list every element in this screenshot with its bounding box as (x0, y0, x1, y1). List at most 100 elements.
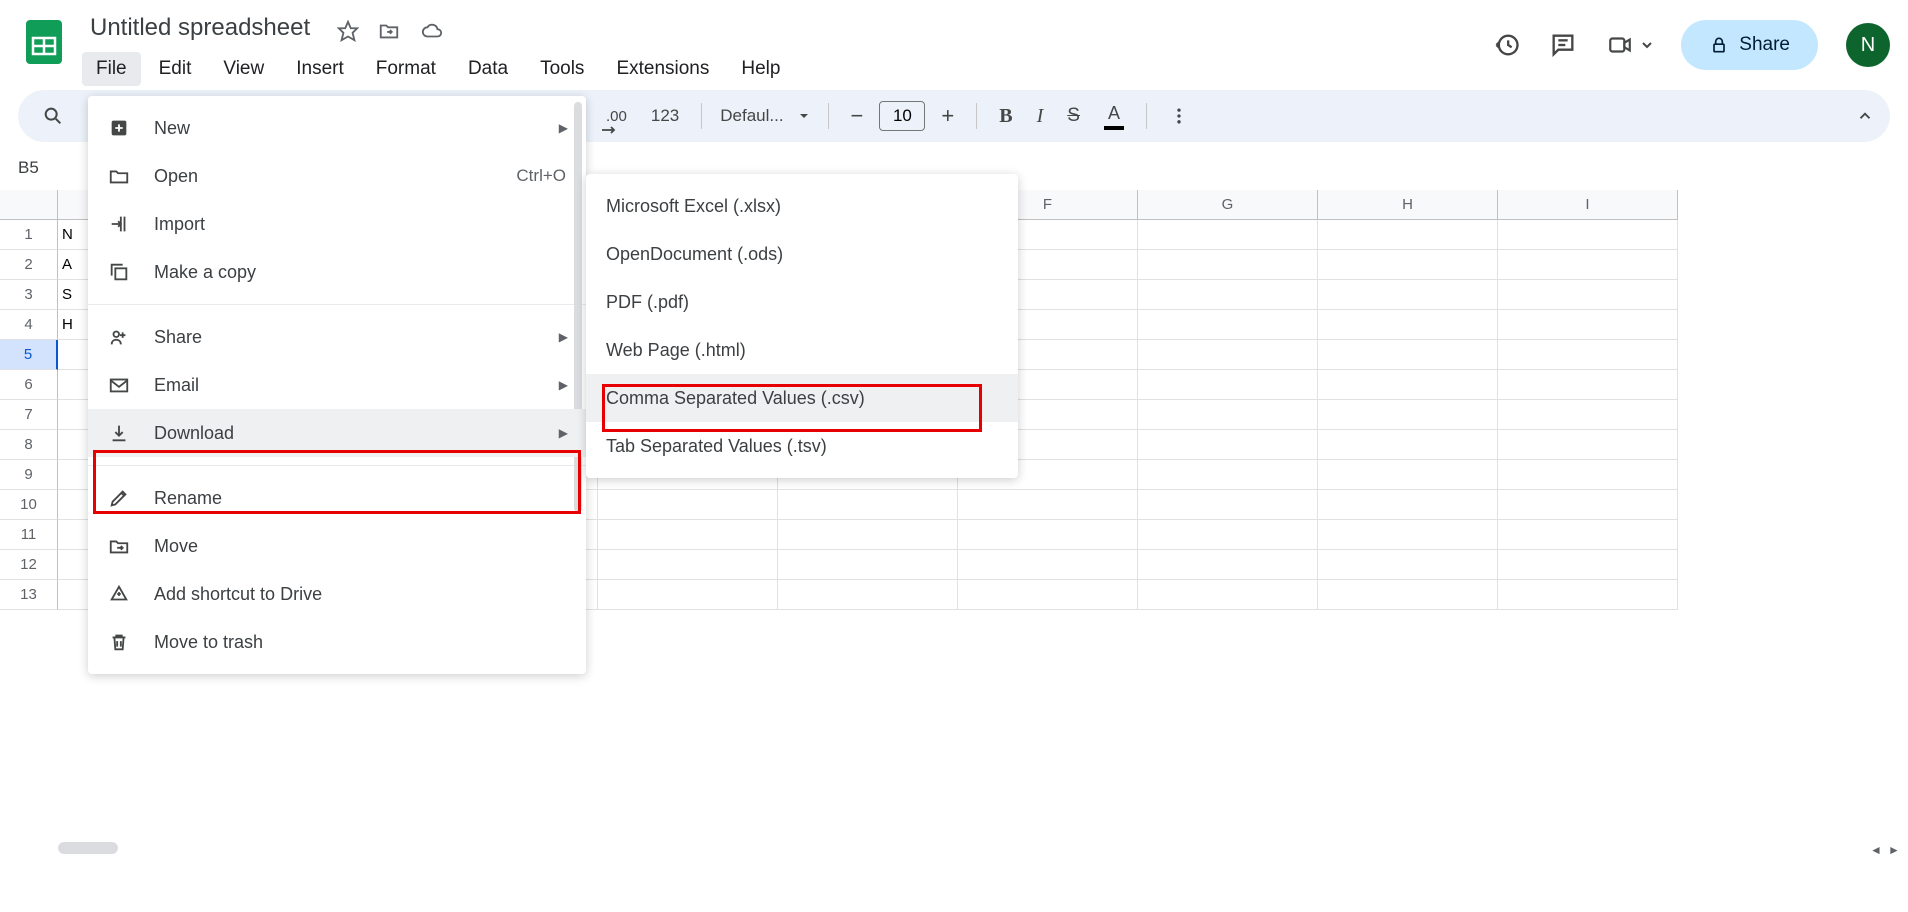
meet-icon[interactable] (1605, 32, 1653, 58)
file-menu-import[interactable]: Import (88, 200, 586, 248)
column-header-H[interactable]: H (1318, 190, 1498, 220)
menu-format[interactable]: Format (362, 52, 450, 86)
cell-H10[interactable] (1318, 490, 1498, 520)
cell-I1[interactable] (1498, 220, 1678, 250)
row-header-11[interactable]: 11 (0, 520, 58, 550)
cell-E12[interactable] (778, 550, 958, 580)
bold-button[interactable]: B (991, 99, 1020, 134)
italic-button[interactable]: I (1029, 99, 1052, 134)
increase-font-size-button[interactable]: + (933, 97, 962, 135)
horizontal-scrollbar[interactable] (58, 842, 1878, 856)
cell-E13[interactable] (778, 580, 958, 610)
cell-I12[interactable] (1498, 550, 1678, 580)
cell-I9[interactable] (1498, 460, 1678, 490)
cell-G12[interactable] (1138, 550, 1318, 580)
row-header-13[interactable]: 13 (0, 580, 58, 610)
cell-H6[interactable] (1318, 370, 1498, 400)
cell-G10[interactable] (1138, 490, 1318, 520)
file-menu-make-a-copy[interactable]: Make a copy (88, 248, 586, 296)
row-header-2[interactable]: 2 (0, 250, 58, 280)
cell-D11[interactable] (598, 520, 778, 550)
menu-insert[interactable]: Insert (282, 52, 358, 86)
file-menu-move-to-trash[interactable]: Move to trash (88, 618, 586, 666)
cell-H12[interactable] (1318, 550, 1498, 580)
menu-view[interactable]: View (209, 52, 278, 86)
menu-edit[interactable]: Edit (145, 52, 206, 86)
row-header-1[interactable]: 1 (0, 220, 58, 250)
cell-I7[interactable] (1498, 400, 1678, 430)
cell-G6[interactable] (1138, 370, 1318, 400)
cell-G11[interactable] (1138, 520, 1318, 550)
cell-H13[interactable] (1318, 580, 1498, 610)
cell-F10[interactable] (958, 490, 1138, 520)
download-tab-separated-values-tsv-[interactable]: Tab Separated Values (.tsv) (586, 422, 1018, 470)
row-header-7[interactable]: 7 (0, 400, 58, 430)
search-menus-icon[interactable] (34, 99, 72, 133)
cell-I10[interactable] (1498, 490, 1678, 520)
row-header-3[interactable]: 3 (0, 280, 58, 310)
decrease-decimal-icon[interactable]: .00 (598, 102, 635, 131)
cell-H1[interactable] (1318, 220, 1498, 250)
select-all-corner[interactable] (0, 190, 58, 220)
file-menu-move[interactable]: Move (88, 522, 586, 570)
file-menu-download[interactable]: Download▶ (88, 409, 586, 457)
cell-H2[interactable] (1318, 250, 1498, 280)
cell-H9[interactable] (1318, 460, 1498, 490)
column-header-I[interactable]: I (1498, 190, 1678, 220)
scroll-left-icon[interactable]: ◄ (1868, 842, 1884, 858)
row-header-12[interactable]: 12 (0, 550, 58, 580)
cell-G3[interactable] (1138, 280, 1318, 310)
file-menu-new[interactable]: New▶ (88, 104, 586, 152)
account-avatar[interactable]: N (1846, 23, 1890, 67)
sheets-logo-icon[interactable] (18, 16, 70, 68)
cell-I4[interactable] (1498, 310, 1678, 340)
cell-F11[interactable] (958, 520, 1138, 550)
strikethrough-button[interactable]: S (1059, 99, 1088, 133)
cell-H5[interactable] (1318, 340, 1498, 370)
cell-I11[interactable] (1498, 520, 1678, 550)
cell-G7[interactable] (1138, 400, 1318, 430)
comments-icon[interactable] (1549, 31, 1577, 59)
file-menu-rename[interactable]: Rename (88, 474, 586, 522)
cell-I3[interactable] (1498, 280, 1678, 310)
row-header-8[interactable]: 8 (0, 430, 58, 460)
cell-H8[interactable] (1318, 430, 1498, 460)
download-microsoft-excel-xlsx-[interactable]: Microsoft Excel (.xlsx) (586, 182, 1018, 230)
file-menu-share[interactable]: Share▶ (88, 313, 586, 361)
cell-I6[interactable] (1498, 370, 1678, 400)
cloud-status-icon[interactable] (419, 20, 445, 42)
column-header-G[interactable]: G (1138, 190, 1318, 220)
cell-H3[interactable] (1318, 280, 1498, 310)
decrease-font-size-button[interactable]: − (843, 97, 872, 135)
more-toolbar-icon[interactable] (1161, 100, 1197, 132)
name-box[interactable]: B5 (18, 158, 78, 178)
cell-I5[interactable] (1498, 340, 1678, 370)
cell-G5[interactable] (1138, 340, 1318, 370)
cell-G8[interactable] (1138, 430, 1318, 460)
menu-tools[interactable]: Tools (526, 52, 598, 86)
download-web-page-html-[interactable]: Web Page (.html) (586, 326, 1018, 374)
cell-G9[interactable] (1138, 460, 1318, 490)
download-opendocument-ods-[interactable]: OpenDocument (.ods) (586, 230, 1018, 278)
cell-D10[interactable] (598, 490, 778, 520)
cell-D12[interactable] (598, 550, 778, 580)
row-header-10[interactable]: 10 (0, 490, 58, 520)
row-header-6[interactable]: 6 (0, 370, 58, 400)
row-header-9[interactable]: 9 (0, 460, 58, 490)
cell-I2[interactable] (1498, 250, 1678, 280)
row-header-5[interactable]: 5 (0, 340, 58, 370)
cell-E10[interactable] (778, 490, 958, 520)
collapse-toolbar-icon[interactable] (1856, 107, 1874, 125)
document-title[interactable]: Untitled spreadsheet (82, 10, 318, 46)
download-comma-separated-values-csv-[interactable]: Comma Separated Values (.csv) (586, 374, 1018, 422)
font-size-input[interactable] (879, 101, 925, 131)
move-folder-icon[interactable] (377, 20, 401, 42)
cell-I13[interactable] (1498, 580, 1678, 610)
cell-G1[interactable] (1138, 220, 1318, 250)
file-menu-email[interactable]: Email▶ (88, 361, 586, 409)
cell-I8[interactable] (1498, 430, 1678, 460)
cell-H7[interactable] (1318, 400, 1498, 430)
menu-help[interactable]: Help (727, 52, 794, 86)
menu-data[interactable]: Data (454, 52, 522, 86)
file-menu-open[interactable]: OpenCtrl+O (88, 152, 586, 200)
